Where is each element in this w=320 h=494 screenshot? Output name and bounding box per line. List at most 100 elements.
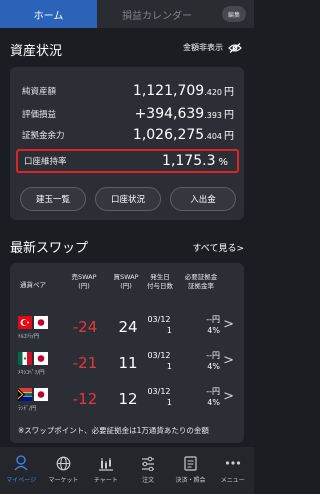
grant-days: 1 xyxy=(166,326,172,335)
buy-swap-value: 12 xyxy=(118,390,138,408)
hide-amount-label: 金額非表示 xyxy=(183,43,223,52)
see-all-link[interactable]: すべて見る> xyxy=(192,241,244,254)
account-status-button[interactable]: 口座状況 xyxy=(95,187,161,211)
accrual-date: 03/12 xyxy=(147,315,171,324)
header-days-label: 発生日 xyxy=(150,273,170,281)
swap-table-card: 通貨ペア 売SWAP (円) 買SWAP (円) 発生日 付与日数 必要証拠金 証拠金率… xyxy=(10,263,244,443)
mxn-jpy-flag-icon xyxy=(18,352,48,365)
sell-swap-value: -21 xyxy=(72,354,98,372)
swap-row-zar-jpy[interactable]: ﾗﾝﾄﾞ/円 -12 12 03/12 1 --円 4% > xyxy=(10,380,244,416)
hide-amount-toggle[interactable]: 金額非表示 xyxy=(183,42,242,53)
nav-menu[interactable]: メニュー xyxy=(212,447,254,494)
nav-settlement[interactable]: 決済・照会 xyxy=(169,447,211,494)
nav-chart[interactable]: チャート xyxy=(85,447,127,494)
accrual-info: 03/12 1 xyxy=(142,314,176,336)
swap-row-mxn-jpy[interactable]: ﾒｷｼｺﾍﾟｿ/円 -21 11 03/12 1 --円 4% > xyxy=(10,344,244,380)
nav-settlement-label: 決済・照会 xyxy=(175,477,206,484)
margin-rate-value: 1,175.3 xyxy=(162,153,216,169)
nav-market-label: マーケット xyxy=(48,477,79,484)
net-assets-row: 純資産額 1,121,709.420 円 xyxy=(22,81,234,101)
unrealized-pnl-value: +394,639 xyxy=(134,106,205,122)
pair-name: ﾒｷｼｺﾍﾟｿ/円 xyxy=(18,370,45,376)
required-margin: --円 xyxy=(206,315,220,324)
net-assets-label: 純資産額 xyxy=(22,87,57,97)
margin-rate-label: 口座維持率 xyxy=(24,157,67,167)
asset-summary-card: 純資産額 1,121,709.420 円 評価損益 +394,639.393 円 証… xyxy=(10,67,244,220)
swap-table-header: 通貨ペア 売SWAP (円) 買SWAP (円) 発生日 付与日数 必要証拠金 証拠金率 xyxy=(10,273,244,303)
margin-ratio: 4% xyxy=(207,398,220,407)
header-buy-swap-label: 買SWAP xyxy=(113,273,139,281)
accrual-date: 03/12 xyxy=(147,351,171,360)
chevron-right-icon: > xyxy=(223,353,234,368)
asset-action-buttons: 建玉一覧 口座状況 入出金 xyxy=(20,187,236,211)
net-assets-unit: 円 xyxy=(224,87,234,98)
header-required-margin-label: 必要証拠金 xyxy=(184,273,218,281)
edit-button[interactable]: 編集 xyxy=(222,6,246,22)
document-icon xyxy=(184,455,197,471)
nav-menu-label: メニュー xyxy=(220,477,245,484)
eye-off-icon xyxy=(228,42,242,53)
globe-icon xyxy=(56,456,71,470)
asset-status-title: 資産状況 xyxy=(10,44,63,59)
header-margin-rate: 証拠金率 xyxy=(188,282,214,290)
chart-icon xyxy=(98,457,113,471)
pair-name: ﾗﾝﾄﾞ/円 xyxy=(18,406,37,412)
chevron-right-icon: > xyxy=(223,389,234,404)
header-days: 発生日 付与日数 xyxy=(142,273,178,291)
unrealized-pnl-label: 評価損益 xyxy=(22,110,57,120)
order-icon xyxy=(142,456,155,471)
required-margin: --円 xyxy=(206,387,220,396)
more-icon xyxy=(225,461,240,465)
nav-chart-label: チャート xyxy=(93,477,118,484)
margin-ratio: 4% xyxy=(207,326,220,335)
chevron-right-icon: > xyxy=(223,317,234,332)
available-margin-label: 証拠金余力 xyxy=(22,131,65,141)
sell-swap-value: -24 xyxy=(72,318,98,336)
grant-days: 1 xyxy=(166,398,172,407)
person-icon xyxy=(14,455,28,471)
header-required-margin: 必要証拠金 証拠金率 xyxy=(178,273,224,291)
swap-footnote: ※スワップポイント、必要証拠金は1万通貨あたりの金額 xyxy=(18,426,209,435)
bottom-nav: マイページ マーケット チャート 注文 決済・照会 メニュー xyxy=(0,447,254,494)
latest-swap-title: 最新スワップ xyxy=(10,241,89,256)
sell-swap-value: -12 xyxy=(72,390,98,408)
required-margin-info: --円 4% xyxy=(182,314,220,336)
header-days-sub: 付与日数 xyxy=(147,282,173,290)
unrealized-pnl-decimal: .393 xyxy=(204,111,222,120)
available-margin-row: 証拠金余力 1,026,275.404 円 xyxy=(22,125,234,145)
available-margin-unit: 円 xyxy=(224,131,234,142)
zar-jpy-flag-icon xyxy=(18,388,48,401)
header-pair: 通貨ペア xyxy=(20,281,46,289)
nav-order-label: 注文 xyxy=(142,477,155,484)
available-margin-decimal: .404 xyxy=(204,132,222,141)
top-tab-bar: ホーム 損益カレンダー 編集 xyxy=(0,0,254,28)
net-assets-value: 1,121,709 xyxy=(132,83,205,99)
available-margin-value: 1,026,275 xyxy=(132,127,205,143)
header-buy-swap: 買SWAP (円) xyxy=(106,273,146,291)
deposit-withdraw-button[interactable]: 入出金 xyxy=(170,187,236,211)
accrual-info: 03/12 1 xyxy=(142,350,176,372)
header-buy-swap-unit: (円) xyxy=(120,282,132,290)
swap-row-try-jpy[interactable]: ﾄﾙｺﾘﾗ/円 -24 24 03/12 1 --円 4% > xyxy=(10,308,244,344)
margin-rate-row: 口座維持率 1,175.3% xyxy=(24,151,228,171)
required-margin-info: --円 4% xyxy=(182,386,220,408)
nav-market[interactable]: マーケット xyxy=(42,447,84,494)
accrual-info: 03/12 1 xyxy=(142,386,176,408)
unrealized-pnl-row: 評価損益 +394,639.393 円 xyxy=(22,104,234,124)
chevron-right-icon: > xyxy=(236,244,244,254)
nav-mypage-label: マイページ xyxy=(6,477,37,484)
positions-button[interactable]: 建玉一覧 xyxy=(20,187,86,211)
required-margin: --円 xyxy=(206,351,220,360)
buy-swap-value: 24 xyxy=(118,318,138,336)
pair-name: ﾄﾙｺﾘﾗ/円 xyxy=(18,334,40,340)
margin-ratio: 4% xyxy=(207,362,220,371)
unrealized-pnl-unit: 円 xyxy=(224,110,234,121)
accrual-date: 03/12 xyxy=(147,387,171,396)
required-margin-info: --円 4% xyxy=(182,350,220,372)
margin-rate-unit: % xyxy=(218,157,228,168)
nav-mypage[interactable]: マイページ xyxy=(0,447,42,494)
tab-pnl-calendar[interactable]: 損益カレンダー xyxy=(97,0,217,28)
nav-order[interactable]: 注文 xyxy=(127,447,169,494)
tab-home[interactable]: ホーム xyxy=(0,0,97,28)
header-sell-swap-label: 売SWAP xyxy=(71,273,97,281)
